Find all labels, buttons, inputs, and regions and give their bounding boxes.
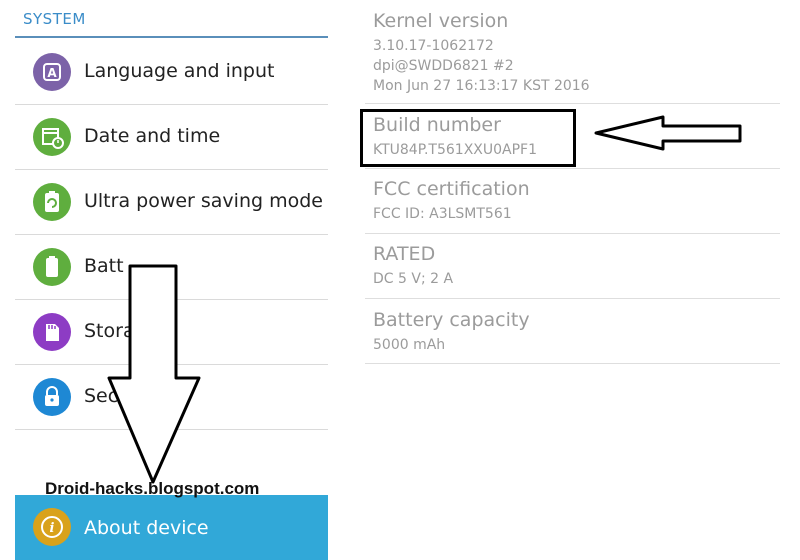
svg-text:i: i: [50, 521, 55, 536]
detail-title: FCC certification: [373, 178, 530, 200]
menu-label: Stora: [84, 320, 135, 342]
detail-rated[interactable]: RATED DC 5 V; 2 A: [365, 234, 780, 299]
menu-item-language-and-input[interactable]: A Language and input: [15, 40, 328, 105]
menu-label: About device: [84, 517, 209, 539]
menu-item-security[interactable]: Sec: [15, 365, 328, 430]
settings-sidebar: SYSTEM A Language and input Date and tim…: [0, 0, 346, 560]
menu-label: Sec: [84, 385, 119, 407]
detail-value: 3.10.17-1062172: [373, 38, 494, 54]
menu-label: Ultra power saving mode: [84, 190, 323, 212]
menu-item-date-and-time[interactable]: Date and time: [15, 105, 328, 170]
svg-text:A: A: [47, 66, 57, 80]
sd-card-icon: [33, 313, 71, 351]
detail-title: Kernel version: [373, 10, 509, 32]
about-device-details: Kernel version 3.10.17-1062172 dpi@SWDD6…: [345, 0, 800, 560]
detail-fcc-certification[interactable]: FCC certification FCC ID: A3LSMT561: [365, 169, 780, 234]
menu-label: Date and time: [84, 125, 221, 147]
battery-recycle-icon: [33, 183, 71, 221]
menu-item-ultra-power-saving-mode[interactable]: Ultra power saving mode: [15, 170, 328, 235]
watermark-text: Droid-hacks.blogspot.com: [45, 479, 260, 498]
detail-value: dpi@SWDD6821 #2: [373, 58, 514, 74]
detail-battery-capacity[interactable]: Battery capacity 5000 mAh: [365, 299, 780, 364]
detail-value: Mon Jun 27 16:13:17 KST 2016: [373, 78, 590, 94]
menu-item-about-device[interactable]: i About device: [15, 495, 328, 560]
detail-value: FCC ID: A3LSMT561: [373, 206, 512, 222]
menu-label: Language and input: [84, 60, 275, 82]
menu-label: Batt: [84, 255, 124, 277]
section-header-system: SYSTEM: [15, 10, 328, 38]
lock-icon: [33, 378, 71, 416]
detail-value: DC 5 V; 2 A: [373, 271, 454, 287]
watermark-backdrop: [13, 443, 313, 481]
detail-value: 5000 mAh: [373, 337, 446, 353]
menu-item-battery[interactable]: Batt: [15, 235, 328, 300]
detail-title: RATED: [373, 243, 436, 265]
menu-item-storage[interactable]: Stora: [15, 300, 328, 365]
battery-icon: [33, 248, 71, 286]
language-a-icon: A: [33, 53, 71, 91]
info-icon: i: [33, 508, 71, 546]
detail-kernel-version[interactable]: Kernel version 3.10.17-1062172 dpi@SWDD6…: [365, 0, 780, 104]
build-number-highlight-box: [360, 109, 576, 167]
calendar-clock-icon: [33, 118, 71, 156]
detail-title: Battery capacity: [373, 309, 530, 331]
